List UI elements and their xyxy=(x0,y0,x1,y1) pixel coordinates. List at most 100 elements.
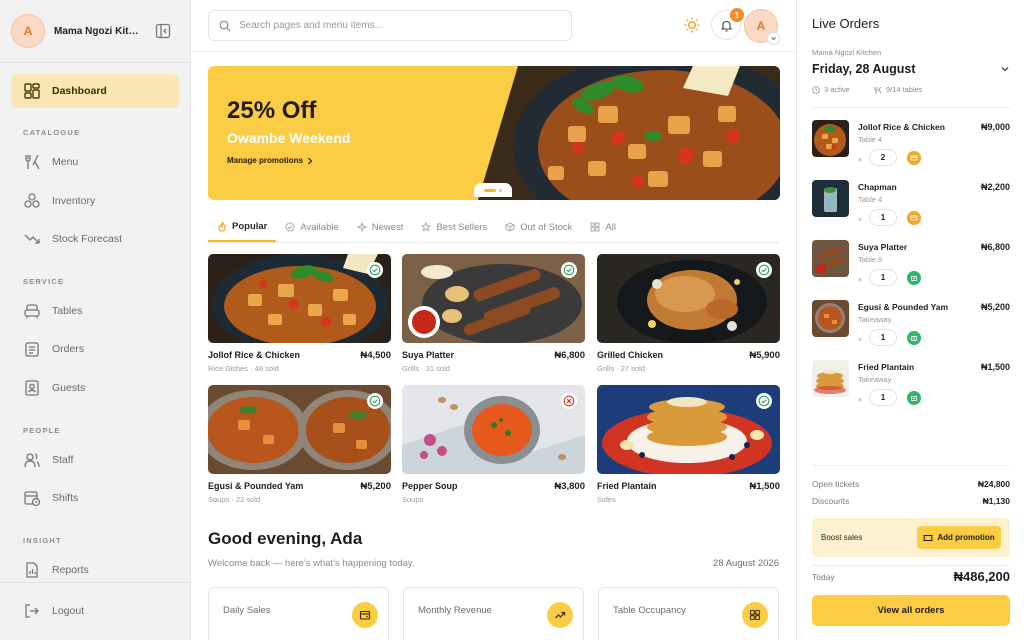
active-count-label: 3 active xyxy=(824,85,850,94)
tab-available[interactable]: Available xyxy=(276,212,347,242)
pepper-soup-photo xyxy=(402,385,585,474)
sidebar-item-menu[interactable]: Menu xyxy=(11,145,179,179)
check-circle-icon xyxy=(285,222,295,232)
carousel-dots[interactable] xyxy=(474,183,512,197)
panel-date[interactable]: Friday, 28 August xyxy=(812,62,916,76)
discounts-value: ₦1,130 xyxy=(982,496,1010,506)
sidebar-item-inventory[interactable]: Inventory xyxy=(11,184,179,218)
menu-card[interactable]: Egusi & Pounded Yam ₦5,200 Soups · 22 so… xyxy=(208,385,391,507)
menu-item-price: ₦1,500 xyxy=(749,481,780,492)
order-item[interactable]: Jollof Rice & Chicken Table 4 ₦9,000 × 2 xyxy=(812,120,1010,176)
sidebar-item-staff[interactable]: Staff xyxy=(11,443,179,477)
search-icon xyxy=(219,20,231,31)
live-orders-panel: Live Orders Mama Ngozi Kitchen Friday, 2… xyxy=(796,0,1024,640)
menu-item-name: Jollof Rice & Chicken xyxy=(208,350,301,360)
order-name: Egusi & Pounded Yam xyxy=(858,302,949,312)
user-avatar[interactable]: A xyxy=(744,9,780,45)
bell-icon xyxy=(720,20,732,32)
order-item[interactable]: Chapman Table 4 ₦2,200 × 1 xyxy=(812,180,1010,236)
menu-card[interactable]: Grilled Chicken ₦5,900 Grills · 27 sold xyxy=(597,254,780,376)
tab-newest[interactable]: Newest xyxy=(348,212,413,242)
stat-card-monthly-revenue[interactable]: Monthly Revenue xyxy=(403,587,584,640)
boxes-icon xyxy=(23,192,41,210)
menu-item-price: ₦5,200 xyxy=(360,481,391,492)
tab-label: Popular xyxy=(232,220,268,232)
menu-card[interactable]: Jollof Rice & Chicken ₦4,500 Rice Dishes… xyxy=(208,254,391,376)
tab-out-of-stock[interactable]: Out of Stock xyxy=(496,212,581,242)
menu-card[interactable]: Pepper Soup ₦3,800 Soups xyxy=(402,385,585,507)
sidebar-item-tables[interactable]: Tables xyxy=(11,294,179,328)
calendar-clock-icon xyxy=(23,489,41,507)
discounts-row: Discounts ₦1,130 xyxy=(812,496,1010,506)
brand-avatar: A xyxy=(11,14,45,48)
grid-icon xyxy=(742,602,768,628)
available-check-icon xyxy=(561,262,577,278)
takeaway-channel-icon xyxy=(907,391,921,405)
order-item[interactable]: Egusi & Pounded Yam Takeaway ₦5,200 × 1 xyxy=(812,300,1010,356)
logout-button[interactable]: Logout xyxy=(11,594,179,628)
sidebar-item-label: Dashboard xyxy=(52,85,107,97)
star-icon xyxy=(421,222,432,232)
promo-title: 25% Off xyxy=(227,97,317,124)
order-item[interactable]: Fried Plantain Takeaway ₦1,500 × 1 xyxy=(812,360,1010,416)
panel-meta: 3 active 9/14 tables xyxy=(812,85,947,94)
sidebar-item-stock-forecast[interactable]: Stock Forecast xyxy=(11,222,179,256)
available-check-icon xyxy=(756,262,772,278)
order-qty[interactable]: 1 xyxy=(869,389,897,406)
theme-toggle-sun-icon[interactable] xyxy=(683,16,701,34)
tab-popular[interactable]: Popular xyxy=(208,212,277,242)
order-price: ₦1,500 xyxy=(980,362,1010,372)
sidebar-item-guests[interactable]: Guests xyxy=(11,371,179,405)
order-thumbnail xyxy=(812,180,849,217)
menu-item-name: Egusi & Pounded Yam xyxy=(208,481,304,491)
search-box[interactable] xyxy=(208,10,572,41)
add-promotion-button[interactable]: Add promotion xyxy=(917,526,1001,549)
tab-label: Best Sellers xyxy=(436,221,488,233)
stat-card-daily-sales[interactable]: Daily Sales xyxy=(208,587,389,640)
order-table: Table 9 xyxy=(858,255,883,264)
promo-food-image xyxy=(478,66,780,200)
tab-all[interactable]: All xyxy=(581,212,625,242)
clipboard-icon xyxy=(23,340,41,358)
menu-item-name: Grilled Chicken xyxy=(597,350,664,360)
nav-section-catalogue: CATALOGUE xyxy=(23,128,81,137)
menu-card[interactable]: Suya Platter ₦6,800 Grills · 31 sold xyxy=(402,254,585,376)
nav-section-service: SERVICE xyxy=(23,277,65,286)
notifications-button[interactable]: 1 xyxy=(711,8,744,40)
users-icon xyxy=(23,451,41,469)
menu-item-price: ₦4,500 xyxy=(360,350,391,361)
order-qty[interactable]: 1 xyxy=(869,329,897,346)
view-all-orders-button[interactable]: View all orders xyxy=(812,595,1010,626)
sofa-icon xyxy=(23,302,41,320)
tab-best-sellers[interactable]: Best Sellers xyxy=(412,212,496,242)
menu-item-name: Pepper Soup xyxy=(402,481,458,491)
chevron-down-icon xyxy=(767,32,780,45)
stat-card-table-occupancy[interactable]: Table Occupancy xyxy=(598,587,779,640)
sidebar-item-dashboard[interactable]: Dashboard xyxy=(11,74,179,108)
sidebar-item-orders[interactable]: Orders xyxy=(11,332,179,366)
order-table: Table 4 xyxy=(858,195,883,204)
sidebar-item-shifts[interactable]: Shifts xyxy=(11,481,179,515)
order-qty[interactable]: 1 xyxy=(869,209,897,226)
sidebar-divider xyxy=(0,62,191,63)
manage-promotions-link[interactable]: Manage promotions xyxy=(227,156,313,165)
contact-icon xyxy=(23,379,41,397)
sidebar-collapse-icon[interactable] xyxy=(155,23,171,39)
search-input[interactable] xyxy=(239,20,539,31)
add-promotion-label: Add promotion xyxy=(937,533,995,542)
grid-icon xyxy=(590,222,600,232)
open-tickets-row: Open tickets ₦24,800 xyxy=(812,479,1010,489)
order-qty[interactable]: 2 xyxy=(869,149,897,166)
order-price: ₦9,000 xyxy=(980,122,1010,132)
menu-card[interactable]: Fried Plantain ₦1,500 Sides xyxy=(597,385,780,507)
available-check-icon xyxy=(367,393,383,409)
chevron-down-icon[interactable] xyxy=(1000,64,1010,77)
order-item[interactable]: Suya Platter Table 9 ₦6,800 × 1 xyxy=(812,240,1010,296)
sidebar-divider xyxy=(0,582,191,583)
order-name: Suya Platter xyxy=(858,242,908,252)
main-content: 25% Off Owambe Weekend Manage promotions… xyxy=(191,52,796,640)
sidebar-item-label: Stock Forecast xyxy=(52,233,123,245)
menu-item-meta: Sides xyxy=(597,495,616,504)
order-qty[interactable]: 1 xyxy=(869,269,897,286)
promo-banner[interactable]: 25% Off Owambe Weekend Manage promotions xyxy=(208,66,780,200)
